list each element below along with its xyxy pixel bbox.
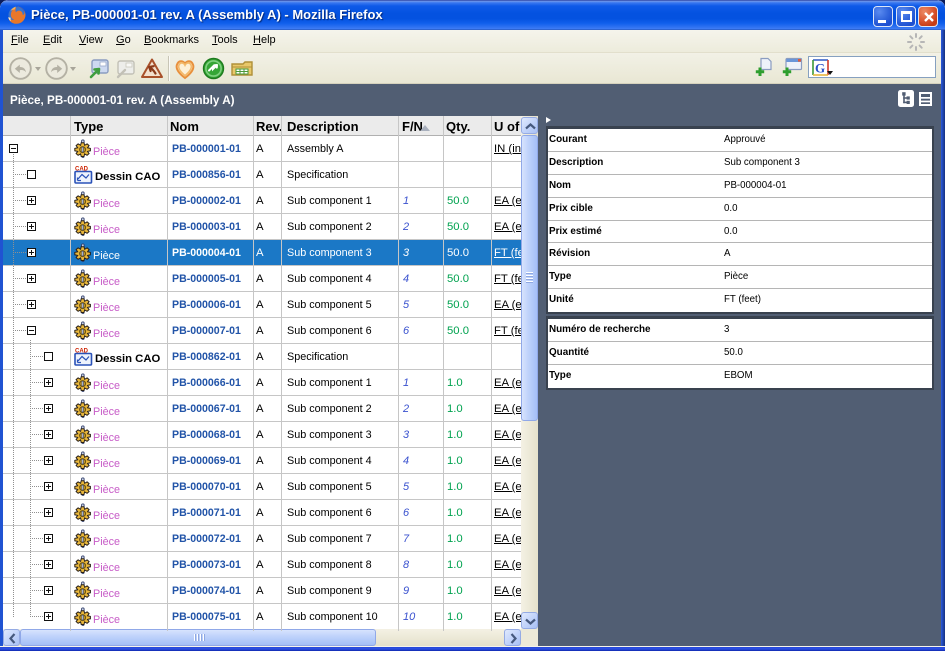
svg-text:G: G [815,61,825,76]
